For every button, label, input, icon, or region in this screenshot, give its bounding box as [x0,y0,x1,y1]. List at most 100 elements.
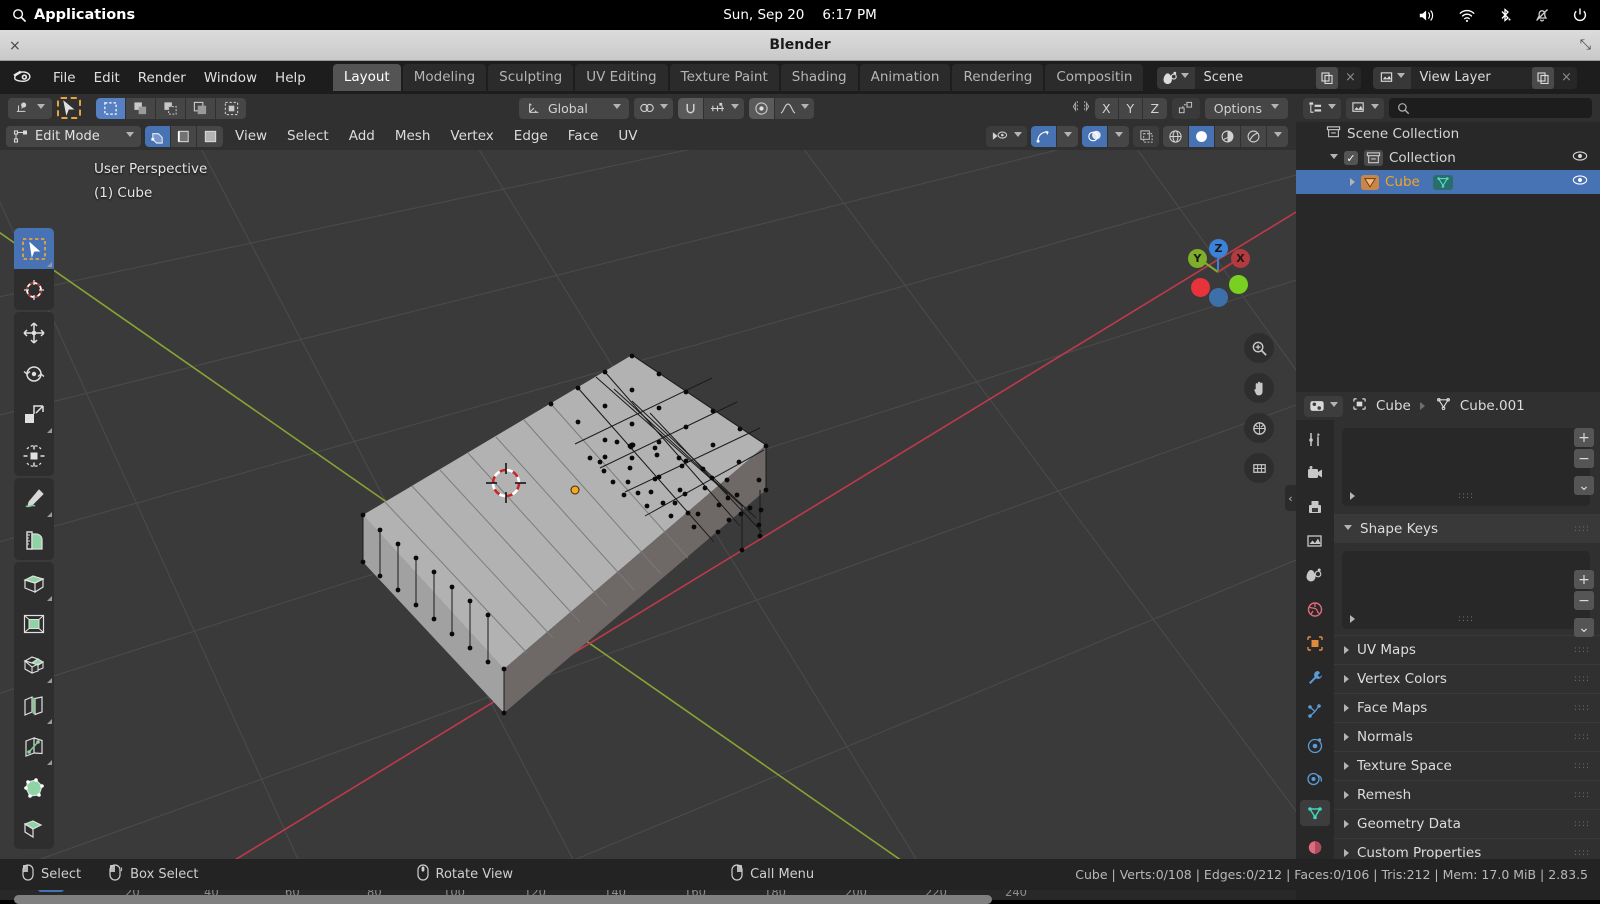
panel-header-shape-keys[interactable]: Shape Keys :::: [1334,514,1600,543]
list-expand-triangle-icon[interactable] [1350,492,1355,500]
navigation-gizmo[interactable]: Z Y X [1176,228,1260,312]
pivot-point-dropdown[interactable] [633,97,673,119]
properties-body[interactable]: :::: + − ⌄ Shape Keys :::: :::: + − ⌄ UV… [1334,420,1600,863]
panel-expand-triangle-icon[interactable] [1344,762,1349,770]
workspace-tab-sculpting[interactable]: Sculpting [488,64,574,91]
properties-tab-render[interactable] [1300,460,1330,486]
gizmo-toggle-button[interactable] [1031,125,1057,147]
panel-grip-dots[interactable]: :::: [1574,790,1590,800]
tool-poly-build[interactable] [14,767,54,808]
tool-extrude-region[interactable] [14,562,54,603]
panel-grip-dots[interactable]: :::: [1574,761,1590,771]
menu-edit[interactable]: Edit [85,67,129,89]
gizmo-axis-x[interactable]: X [1231,249,1250,268]
xray-toggle-button[interactable] [1133,125,1159,147]
list-grip-dots[interactable]: :::: [1458,491,1474,501]
menu-help[interactable]: Help [266,67,315,89]
panel-expand-triangle-icon[interactable] [1344,820,1349,828]
eye-icon[interactable] [1572,174,1588,190]
bluetooth-icon[interactable] [1498,7,1512,23]
overlays-toggle-button[interactable] [1082,125,1108,147]
gizmo-dropdown[interactable] [1057,125,1078,147]
workspace-tab-compositing[interactable]: Compositin [1045,64,1144,91]
workspace-tab-rendering[interactable]: Rendering [952,64,1044,91]
properties-tab-object[interactable] [1300,630,1330,656]
shading-wireframe-button[interactable] [1163,125,1189,147]
properties-tab-world[interactable] [1300,596,1330,622]
viewport-menu-add[interactable]: Add [341,126,383,146]
mesh-select-face-button[interactable] [197,125,223,147]
workspace-tab-animation[interactable]: Animation [859,64,951,91]
wifi-icon[interactable] [1458,8,1476,23]
snap-target-dropdown[interactable] [703,97,744,119]
viewport-sidebar-toggle[interactable]: ‹ [1285,485,1296,511]
gizmo-axis-z[interactable]: Z [1209,239,1228,258]
view-layer-name-field[interactable]: View Layer [1411,67,1531,89]
panel-grip-dots[interactable]: :::: [1574,674,1590,684]
tool-rotate[interactable] [14,353,54,394]
tool-loop-cut[interactable] [14,685,54,726]
properties-tab-constraints[interactable] [1300,766,1330,792]
tool-tweak-select-box[interactable] [14,228,54,269]
panel-header-remesh[interactable]: Remesh :::: [1334,780,1600,809]
workspace-tab-uv-editing[interactable]: UV Editing [575,64,668,91]
orthographic-icon[interactable] [1244,453,1274,483]
scene-new-button[interactable] [1316,66,1339,89]
disclosure-triangle-icon[interactable] [1350,178,1355,186]
properties-tab-modifier[interactable] [1300,664,1330,690]
mesh-data-icon[interactable] [1432,174,1453,190]
outliner-display-mode-dropdown[interactable] [1346,97,1384,119]
panel-header-face-maps[interactable]: Face Maps :::: [1334,693,1600,722]
properties-tab-output[interactable] [1300,494,1330,520]
visibility-dropdown[interactable] [986,125,1027,147]
transform-orientation-dropdown[interactable]: Global [519,97,629,119]
list-grip-dots[interactable]: :::: [1458,614,1474,624]
zoom-icon[interactable] [1244,333,1274,363]
properties-tab-scene[interactable] [1300,562,1330,588]
panel-grip-dots[interactable]: :::: [1574,645,1590,655]
workspace-tab-shading[interactable]: Shading [780,64,858,91]
proportional-falloff-dropdown[interactable] [774,97,814,119]
eye-icon[interactable] [1572,150,1588,166]
select-mode-subtract[interactable] [156,97,186,119]
select-mode-intersect[interactable] [216,97,246,119]
workspace-tab-layout[interactable]: Layout [332,64,401,91]
gizmo-axis-y[interactable]: Y [1188,249,1207,268]
menu-window[interactable]: Window [195,67,266,89]
outliner-row-collection[interactable]: ✓ Collection [1296,146,1600,170]
properties-tab-view-layer[interactable] [1300,528,1330,554]
tool-scale[interactable] [14,394,54,435]
options-dropdown[interactable]: Options [1204,97,1288,119]
panel-expand-triangle-icon[interactable] [1344,791,1349,799]
properties-tab-object-data[interactable] [1300,800,1330,826]
vertex-groups-list[interactable]: :::: [1342,428,1590,506]
proportional-edit-toggle[interactable] [748,97,775,119]
notifications-muted-icon[interactable] [1534,7,1550,23]
shading-material-button[interactable] [1215,125,1241,147]
properties-tab-particles[interactable] [1300,698,1330,724]
active-tool-icon[interactable] [8,97,52,119]
tool-transform[interactable] [14,435,54,476]
panel-expand-triangle-icon[interactable] [1344,646,1349,654]
overlays-dropdown[interactable] [1108,125,1129,147]
mirror-y-button[interactable]: Y [1118,97,1143,119]
list-expand-triangle-icon[interactable] [1350,615,1355,623]
tool-measure[interactable] [14,519,54,560]
vertex-group-remove-button[interactable]: − [1574,449,1594,468]
view-layer-remove-button[interactable]: × [1555,67,1577,89]
tool-bevel[interactable] [14,644,54,685]
workspace-tab-modeling[interactable]: Modeling [402,64,487,91]
shape-key-specials-button[interactable]: ⌄ [1574,618,1594,637]
vertex-group-specials-button[interactable]: ⌄ [1574,476,1594,495]
tool-cursor[interactable] [14,269,54,310]
outliner-row-cube[interactable]: Cube [1296,170,1600,194]
panel-expand-triangle-icon[interactable] [1344,675,1349,683]
select-mode-set[interactable] [96,97,126,119]
power-icon[interactable] [1572,7,1588,23]
viewport-menu-mesh[interactable]: Mesh [387,126,439,146]
pan-hand-icon[interactable] [1244,373,1274,403]
mirror-x-button[interactable]: X [1094,97,1119,119]
viewport-menu-uv[interactable]: UV [610,126,645,146]
panel-header-vertex-colors[interactable]: Vertex Colors :::: [1334,664,1600,693]
panel-header-geometry-data[interactable]: Geometry Data :::: [1334,809,1600,838]
